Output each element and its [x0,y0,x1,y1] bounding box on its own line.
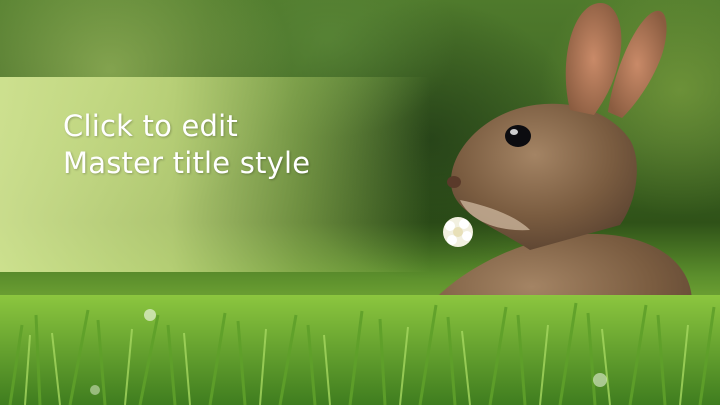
slide-title-line-2: Master title style [63,146,311,180]
grass-foreground [0,295,720,405]
slide-title-line-1: Click to edit [63,109,238,143]
slide-title-placeholder[interactable]: Click to edit Master title style [63,108,310,182]
